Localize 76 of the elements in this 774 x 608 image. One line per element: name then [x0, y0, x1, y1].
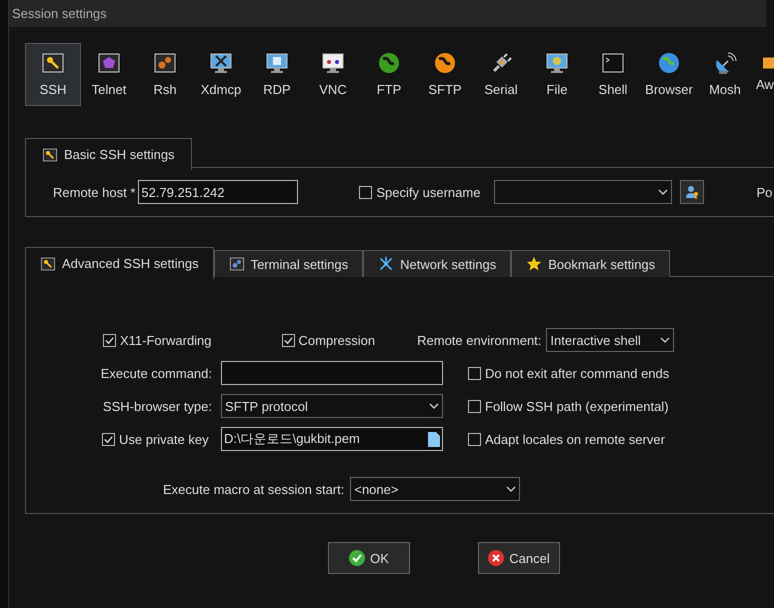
checkbox[interactable]: [468, 400, 481, 412]
gem-icon: [97, 52, 121, 74]
execute-macro-dropdown[interactable]: <none>: [350, 477, 520, 501]
checkbox-label: Compression: [298, 332, 376, 348]
monitor-icon: [265, 52, 289, 74]
user-key-icon: [684, 184, 700, 200]
checkbox-label: Use private key: [119, 432, 209, 446]
globe-icon: [377, 52, 401, 74]
key-icon: [42, 146, 58, 162]
caret-icon: [506, 486, 516, 492]
file-icon: [428, 432, 440, 446]
star-icon: [526, 256, 542, 272]
execute-command-field[interactable]: [221, 361, 443, 385]
session-type-tab[interactable]: FTP: [361, 43, 417, 106]
key-icon: [40, 256, 56, 272]
globe-icon: [657, 52, 681, 74]
private-key-field[interactable]: D:\다운로드\gukbit.pem: [221, 427, 443, 451]
session-type-tab[interactable]: VNC: [305, 43, 361, 106]
gears-icon: [228, 256, 245, 272]
session-type-tab[interactable]: RDP: [249, 43, 305, 106]
checkbox[interactable]: [468, 366, 481, 380]
execute-macro-label: Execute macro at session start:: [163, 482, 344, 496]
session-type-tab[interactable]: Aw: [753, 43, 774, 106]
port-label: Po: [756, 184, 772, 200]
session-type-tab[interactable]: Browser: [641, 43, 697, 106]
session-type-tab[interactable]: Xdmcp: [193, 43, 249, 106]
checkbox[interactable]: [468, 432, 481, 446]
execute-command-label: Execute command:: [100, 366, 212, 380]
checkbox[interactable]: [359, 186, 372, 198]
network-icon: [378, 256, 394, 272]
monitor-icon: [209, 52, 233, 74]
checkbox[interactable]: [103, 334, 116, 346]
monitor-icon: [321, 52, 345, 74]
remote-environment-label: Remote environment:: [417, 332, 542, 348]
checkbox[interactable]: [282, 334, 295, 346]
checkbox-label: Follow SSH path (experimental): [485, 398, 669, 414]
remote-host-field[interactable]: 52.79.251.242: [138, 180, 298, 204]
check-icon: [349, 550, 366, 566]
checkbox[interactable]: [102, 432, 115, 446]
session-type-tab[interactable]: SSH: [25, 43, 81, 106]
settings-tab[interactable]: Bookmark settings: [511, 250, 670, 277]
box-icon: [763, 57, 774, 69]
ssh-browser-type-label: SSH-browser type:: [102, 398, 212, 414]
settings-tab[interactable]: Advanced SSH settings: [25, 247, 214, 279]
remote-environment-dropdown[interactable]: Interactive shell: [546, 328, 674, 352]
remote-host-label: Remote host *: [53, 184, 136, 200]
cancel-button[interactable]: Cancel: [478, 542, 560, 574]
caret-icon: [429, 403, 439, 409]
username-dropdown[interactable]: [494, 180, 672, 204]
session-type-tab[interactable]: Serial: [473, 43, 529, 106]
gears-icon: [153, 52, 177, 74]
terminal-icon: [601, 52, 625, 74]
checkbox-label: Do not exit after command ends: [485, 366, 670, 380]
monitor-icon: [545, 52, 569, 74]
session-type-tab[interactable]: SFTP: [417, 43, 473, 106]
satellite-dish-icon: [713, 52, 737, 74]
session-type-tab[interactable]: Telnet: [81, 43, 137, 106]
settings-tab[interactable]: Terminal settings: [214, 250, 364, 277]
ssh-browser-type-dropdown[interactable]: SFTP protocol: [221, 394, 443, 418]
user-key-button[interactable]: [680, 180, 704, 204]
ok-button[interactable]: OK: [328, 542, 410, 574]
session-type-tab[interactable]: Mosh: [697, 43, 753, 106]
key-icon: [41, 52, 65, 74]
checkbox-label: X11-Forwarding: [120, 332, 212, 348]
caret-icon: [658, 189, 668, 195]
globe-icon: [433, 52, 457, 74]
settings-tab[interactable]: Network settings: [363, 250, 512, 277]
checkbox-label: Specify username: [376, 184, 480, 200]
checkbox-label: Adapt locales on remote server: [485, 432, 665, 446]
session-type-tab[interactable]: Rsh: [137, 43, 193, 106]
window-title: Session settings: [9, 0, 766, 27]
session-type-tab[interactable]: File: [529, 43, 585, 106]
close-icon: [488, 550, 504, 566]
session-type-tab[interactable]: Shell: [585, 43, 641, 106]
basic-settings-tab[interactable]: Basic SSH settings: [25, 138, 192, 170]
caret-icon: [660, 337, 670, 343]
